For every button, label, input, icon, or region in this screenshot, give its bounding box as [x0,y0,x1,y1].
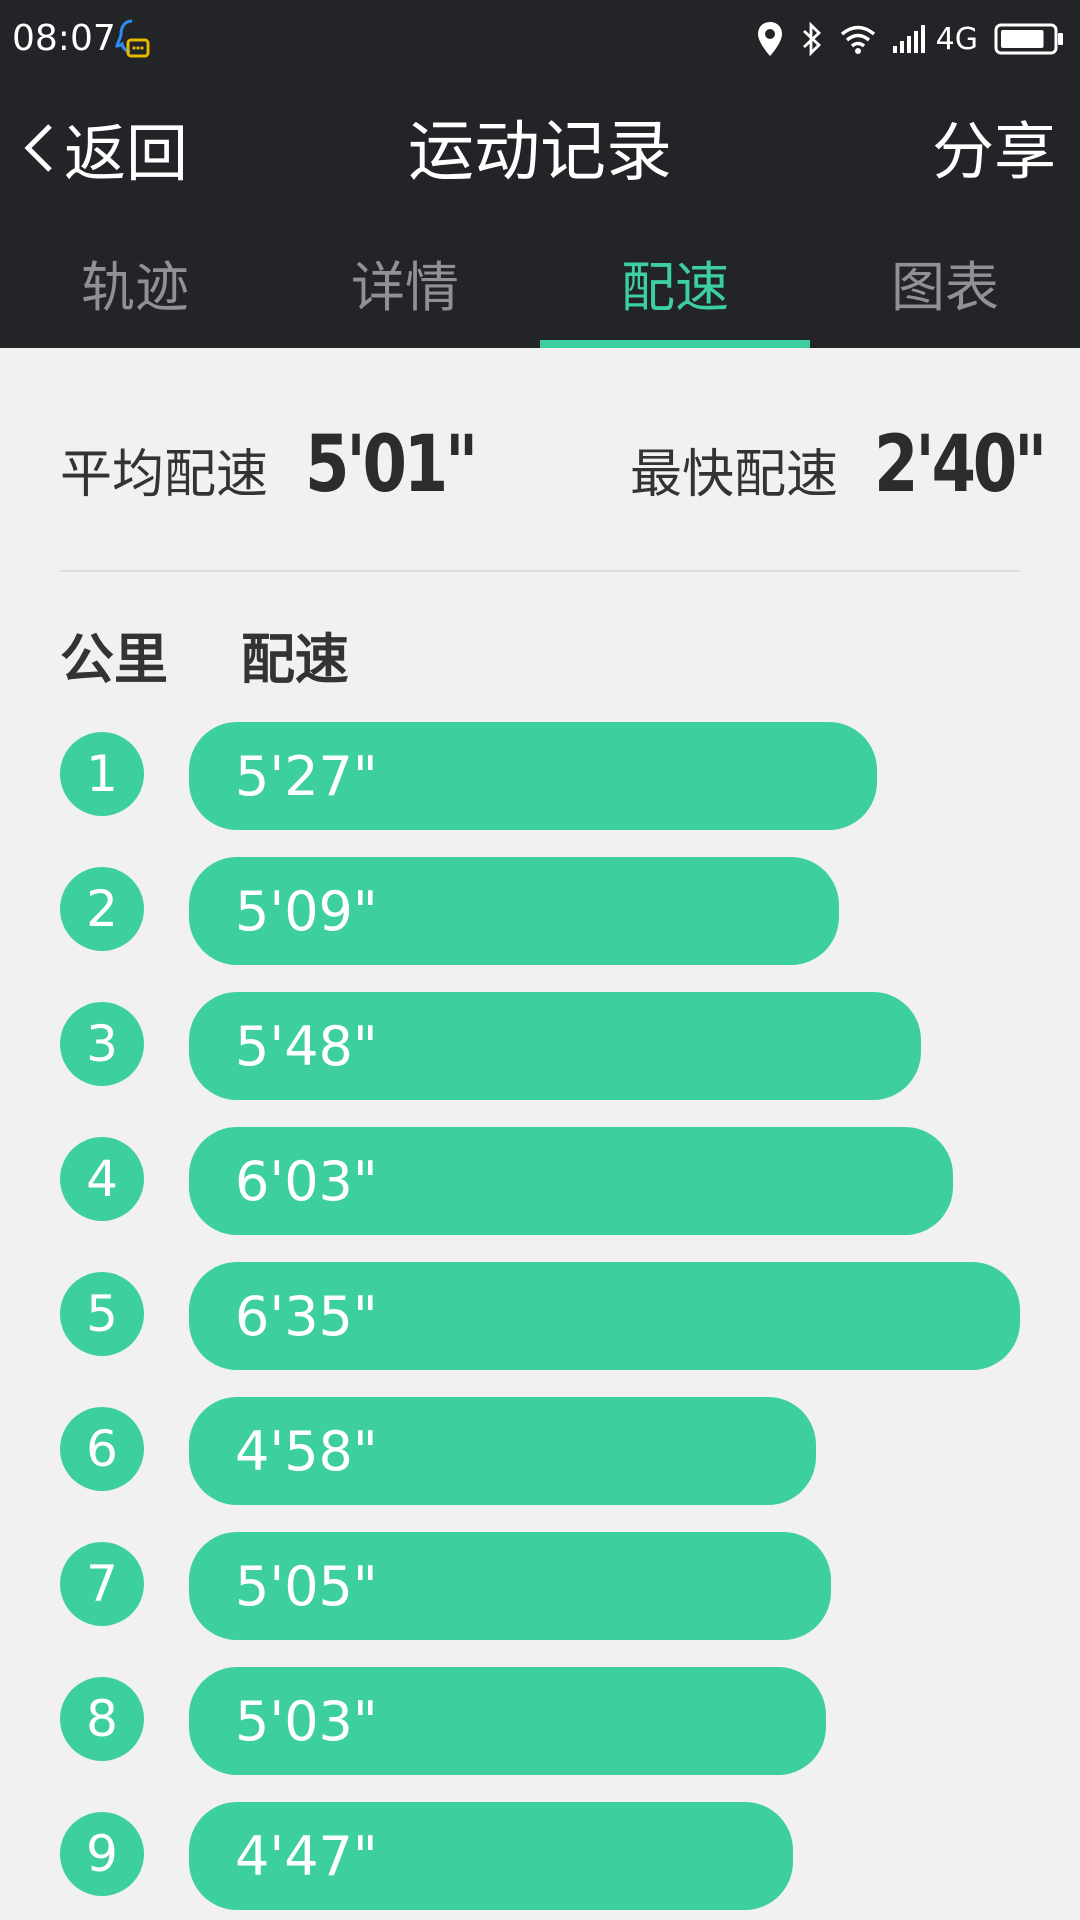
battery-icon [994,23,1063,55]
signal-icon [892,25,925,53]
km-number-badge: 4 [60,1137,144,1221]
split-row: 1 5'27" [0,720,1080,830]
qq-notification-icon [115,19,150,58]
km-number-badge: 6 [60,1407,144,1491]
split-row: 6 4'58" [0,1395,1080,1505]
tab-chart[interactable]: 图表 [810,228,1080,348]
page-title: 运动记录 [408,113,672,190]
status-time: 08:07 [12,18,116,59]
share-button[interactable]: 分享 [932,112,1056,192]
pace-bar: 5'05" [189,1532,831,1640]
fastest-pace-value: 2'40" [874,420,1047,510]
split-row: 2 5'09" [0,855,1080,965]
split-row: 4 6'03" [0,1125,1080,1235]
pace-bar: 5'03" [189,1667,826,1775]
split-row: 7 5'05" [0,1530,1080,1640]
split-row: 3 5'48" [0,990,1080,1100]
split-row: 8 5'03" [0,1665,1080,1775]
status-icons: 4G [756,14,1064,64]
pace-summary: 平均配速 5'01" 最快配速 2'40" [60,420,1047,520]
km-number-badge: 7 [60,1542,144,1626]
tab-bar: 轨迹 详情 配速 图表 [0,228,1080,348]
list-header: 公里 配速 [60,625,349,695]
tab-track[interactable]: 轨迹 [0,228,270,348]
km-number-badge: 8 [60,1677,144,1761]
pace-column-header: 配速 [240,628,349,691]
pace-bar: 6'03" [189,1127,953,1235]
split-row: 9 4'47" [0,1800,1080,1910]
divider [60,570,1020,572]
km-column-header: 公里 [60,628,168,691]
split-row: 5 6'35" [0,1260,1080,1370]
location-icon [757,22,782,56]
wifi-icon [840,25,875,54]
km-number-badge: 5 [60,1272,144,1356]
network-type: 4G [935,21,978,57]
pace-bar: 4'58" [189,1397,816,1505]
fastest-pace-label: 最快配速 [630,445,839,505]
km-number-badge: 2 [60,867,144,951]
avg-pace-value: 5'01" [305,420,478,510]
tab-pace[interactable]: 配速 [540,228,810,348]
pace-bar: 5'27" [189,722,877,830]
pace-bar: 5'09" [189,857,839,965]
km-number-badge: 9 [60,1812,144,1896]
bluetooth-icon [802,21,821,57]
avg-pace-label: 平均配速 [60,445,269,505]
km-number-badge: 1 [60,732,144,816]
status-bar: 08:07 4G [0,0,1080,78]
tab-details[interactable]: 详情 [270,228,540,348]
app-bar: 返回 运动记录 分享 [0,78,1080,228]
pace-bar: 6'35" [189,1262,1020,1370]
km-number-badge: 3 [60,1002,144,1086]
pace-bar: 5'48" [189,992,921,1100]
pace-bar: 4'47" [189,1802,793,1910]
